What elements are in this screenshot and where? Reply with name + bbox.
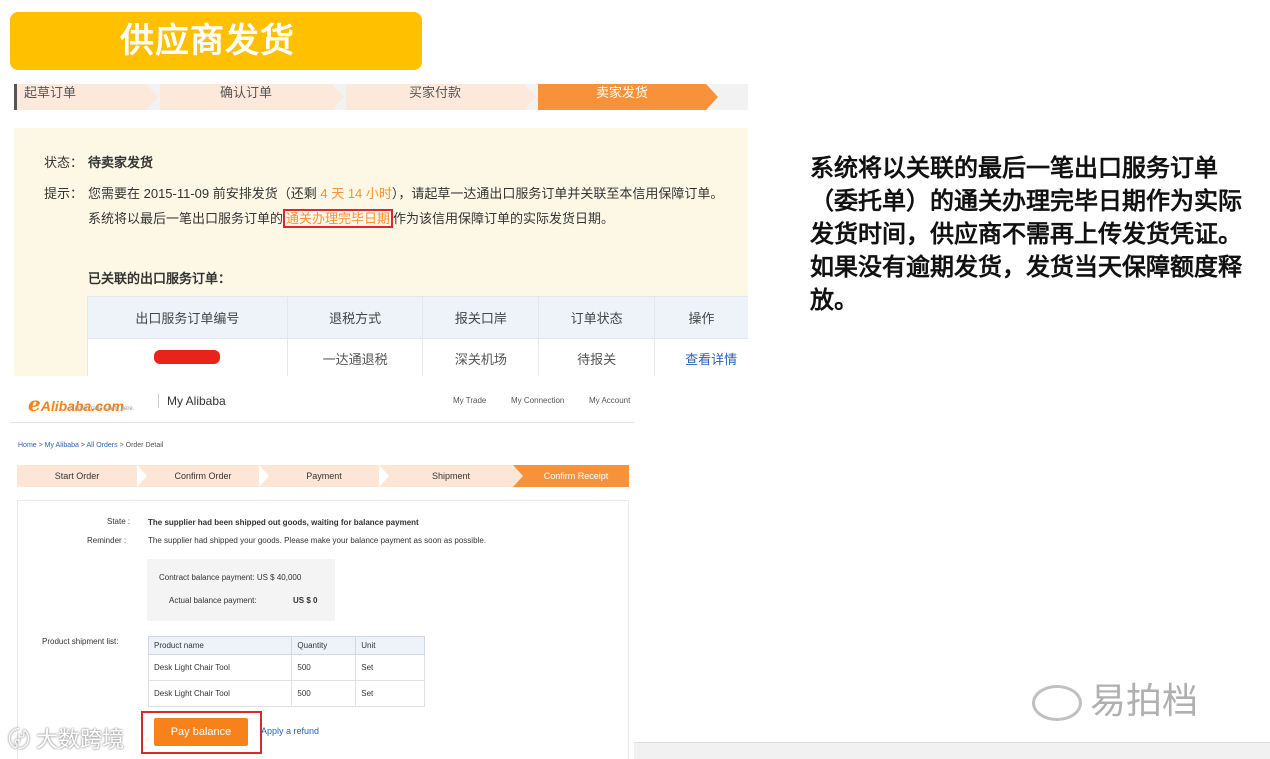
contract-balance: Contract balance payment: US $ 40,000 <box>159 573 302 582</box>
table-header-row: Product name Quantity Unit <box>147 636 425 655</box>
en-order-screenshot: ℯAlibaba.com Global trade starts here. M… <box>10 378 634 759</box>
cn-step-arrow <box>332 84 344 110</box>
en-step-payment: Payment <box>306 471 342 481</box>
header-divider <box>10 422 634 423</box>
my-alibaba-title[interactable]: My Alibaba <box>158 394 226 408</box>
en-order-steps: Start Order Confirm Order Payment Shipme… <box>17 465 629 487</box>
en-step-chevron <box>379 465 389 487</box>
cn-status-value: 待卖家发货 <box>88 155 154 170</box>
cn-tip-line1: 您需要在 2015-11-09 前安排发货（还剩 4 天 14 小时），请起草一… <box>88 183 723 202</box>
nav-my-trade[interactable]: My Trade <box>453 396 486 405</box>
alibaba-logo[interactable]: ℯAlibaba.com <box>28 392 124 417</box>
actual-balance-value: US $ 0 <box>293 596 318 605</box>
table-header: 操作 <box>654 296 748 339</box>
cn-steps-edge <box>14 84 17 110</box>
en-step-chevron <box>137 465 147 487</box>
status-cell: 待报关 <box>538 338 656 376</box>
nav-my-connection[interactable]: My Connection <box>511 396 564 405</box>
cn-step-arrow <box>524 84 536 110</box>
view-details-link[interactable]: 查看详情 <box>654 338 748 376</box>
cn-step-confirm: 确认订单 <box>160 84 332 110</box>
table-header: 报关口岸 <box>422 296 540 339</box>
refund-cell: 一达通退税 <box>286 338 424 376</box>
shipment-table: Product name Quantity Unit Desk Light Ch… <box>147 636 425 707</box>
slide-description: 系统将以关联的最后一笔出口服务订单（委托单）的通关办理完毕日期作为实际发货时间，… <box>810 155 1242 314</box>
cn-order-steps: 起草订单 确认订单 买家付款 卖家发货 <box>14 84 748 110</box>
cn-linked-orders-table: 出口服务订单编号 退税方式 报关口岸 订单状态 操作 一达通退税 深关机场 待报… <box>87 296 748 376</box>
table-row: Desk Light Chair Tool 500 Set <box>147 654 425 681</box>
cn-tip-post: ），请起草一达通出口服务订单并关联至本信用保障订单。 <box>391 186 724 201</box>
breadcrumb-current: Order Detail <box>125 442 164 449</box>
wechat-icon <box>1032 685 1082 722</box>
cn-tip2-highlight: 通关办理完毕日期 <box>283 209 394 228</box>
table-header: Product name <box>147 636 293 655</box>
unit-cell: Set <box>355 680 425 707</box>
en-step-chevron <box>259 465 269 487</box>
table-header: Unit <box>355 636 425 655</box>
logo-tagline: Global trade starts here. <box>70 406 135 412</box>
watermark-logo-icon: 〄 <box>8 727 37 752</box>
redacted-mark <box>154 350 221 364</box>
cn-tip-pre: 您需要在 2015-11-09 前安排发货（还剩 <box>88 186 321 201</box>
port-cell: 深关机场 <box>422 338 540 376</box>
cn-tip2-post: 作为该信用保障订单的实际发货日期。 <box>393 211 615 226</box>
apply-refund-link[interactable]: Apply a refund <box>261 726 319 736</box>
pay-balance-highlight <box>141 711 262 754</box>
cn-step-arrow <box>706 84 718 110</box>
quantity-cell: 500 <box>291 680 357 707</box>
table-header: 退税方式 <box>286 296 424 339</box>
table-row: 一达通退税 深关机场 待报关 查看详情 <box>87 338 748 376</box>
breadcrumb-my-alibaba[interactable]: My Alibaba <box>45 442 79 449</box>
table-header-row: 出口服务订单编号 退税方式 报关口岸 订单状态 操作 <box>87 296 748 339</box>
state-label: State : <box>107 517 131 526</box>
cn-tip-remaining: 4 天 14 小时 <box>320 186 392 201</box>
en-step-confirm: Confirm Order <box>174 471 232 481</box>
cn-step-arrow <box>146 84 158 110</box>
reminder-value: The supplier had shipped your goods. Ple… <box>148 536 486 545</box>
cn-tip-label: 提示： <box>44 186 84 201</box>
watermark-right: 易拍档 <box>1032 672 1198 724</box>
table-row: Desk Light Chair Tool 500 Set <box>147 680 425 707</box>
unit-cell: Set <box>355 654 425 681</box>
table-header: 出口服务订单编号 <box>87 296 288 339</box>
watermark-left-text: 大数跨境 <box>36 727 125 752</box>
cn-order-screenshot: 起草订单 确认订单 买家付款 卖家发货 状态： 待卖家发货 提示： 您需要在 2… <box>14 84 748 376</box>
actual-balance-label: Actual balance payment: <box>169 596 257 605</box>
product-name-cell: Desk Light Chair Tool <box>147 680 293 707</box>
en-step-confirm-receipt: Confirm Receipt <box>513 465 629 487</box>
watermark-left: 〄 大数跨境 <box>8 722 124 754</box>
cn-tip2-pre: 系统将以最后一笔出口服务订单的 <box>88 211 284 226</box>
bottom-bar <box>634 742 1270 759</box>
en-step-chevron <box>513 465 523 487</box>
state-value: The supplier had been shipped out goods,… <box>148 518 419 527</box>
breadcrumb-home[interactable]: Home <box>18 442 37 449</box>
slide-title: 供应商发货 <box>10 12 422 70</box>
breadcrumb-all-orders[interactable]: All Orders <box>87 442 118 449</box>
cn-tip-line2: 系统将以最后一笔出口服务订单的 通关办理完毕日期 作为该信用保障订单的实际发货日期。 <box>88 208 615 228</box>
nav-my-account[interactable]: My Account <box>589 396 630 405</box>
table-header: 订单状态 <box>538 296 656 339</box>
quantity-cell: 500 <box>291 654 357 681</box>
product-name-cell: Desk Light Chair Tool <box>147 654 293 681</box>
cn-linked-title: 已关联的出口服务订单： <box>88 271 232 286</box>
cn-step-draft: 起草订单 <box>14 84 146 110</box>
logo-swoosh-icon: ℯ <box>28 394 41 416</box>
breadcrumb: Home > My Alibaba > All Orders > Order D… <box>18 442 164 449</box>
en-step-shipment: Shipment <box>431 471 471 481</box>
cn-step-payment: 买家付款 <box>346 84 524 110</box>
reminder-label: Reminder : <box>87 536 127 545</box>
shipment-list-label: Product shipment list: <box>42 637 119 646</box>
order-number-cell <box>87 338 288 376</box>
cn-status-label: 状态： <box>44 155 84 170</box>
en-step-start: Start Order <box>54 471 100 481</box>
watermark-right-text: 易拍档 <box>1090 680 1199 721</box>
balance-summary-box: Contract balance payment: US $ 40,000 Ac… <box>147 559 335 621</box>
cn-step-ship: 卖家发货 <box>538 84 706 110</box>
table-header: Quantity <box>291 636 357 655</box>
